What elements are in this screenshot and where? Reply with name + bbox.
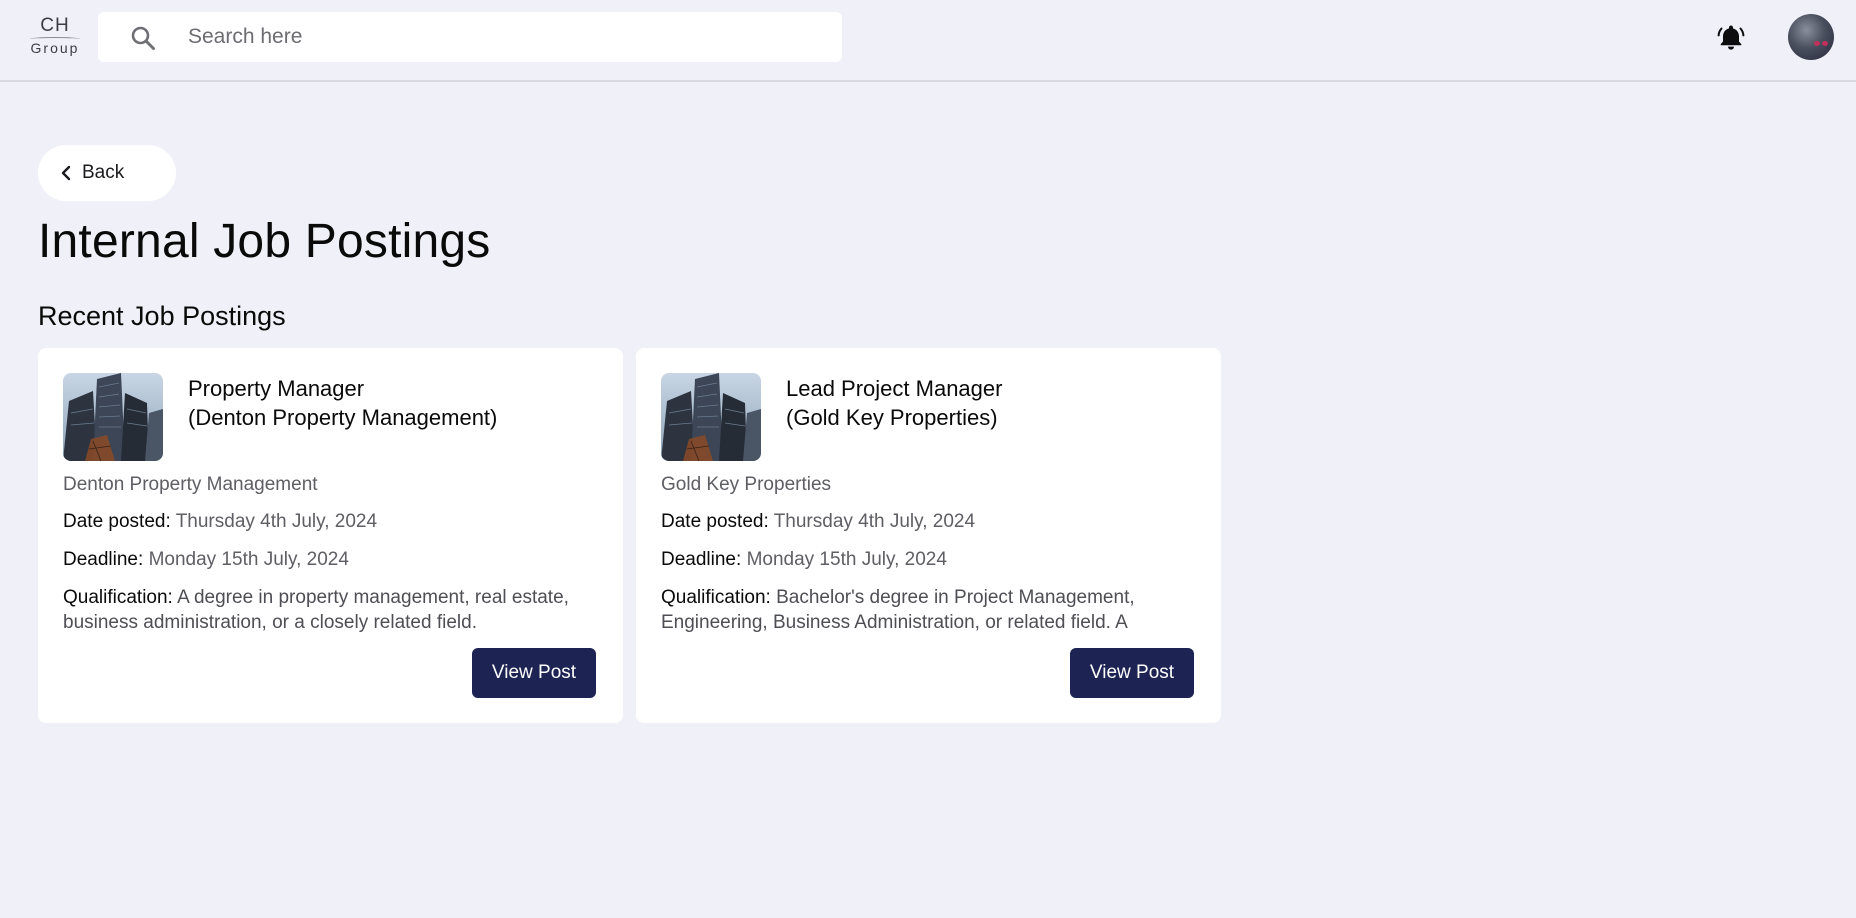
view-post-button[interactable]: View Post [1070,648,1194,698]
date-posted-row: Date posted: Thursday 4th July, 2024 [661,511,975,533]
deadline-row: Deadline: Monday 15th July, 2024 [63,549,349,571]
company-name: Denton Property Management [63,474,318,495]
qualification-label: Qualification: [661,587,777,608]
qualification-row: Qualification: A degree in property mana… [63,585,593,637]
back-button[interactable]: Back [38,145,176,201]
search-bar[interactable] [98,12,842,62]
job-posting-card: Property Manager (Denton Property Manage… [38,348,623,723]
job-title-role: Property Manager [188,376,365,401]
job-title-company: (Gold Key Properties) [786,405,998,430]
date-posted-label: Date posted: [661,511,774,532]
search-input[interactable] [188,12,808,62]
job-thumbnail [661,373,761,461]
job-title[interactable]: Lead Project Manager (Gold Key Propertie… [786,374,1206,432]
building-image [661,373,761,461]
deadline-label: Deadline: [661,549,747,570]
job-title-company: (Denton Property Management) [188,405,498,430]
logo-text-ch: CH [40,15,70,36]
deadline-label: Deadline: [63,549,149,570]
user-avatar[interactable] [1788,14,1834,60]
building-image [63,373,163,461]
job-title-role: Lead Project Manager [786,376,1003,401]
avatar-detail [1822,41,1828,46]
search-icon [131,26,155,50]
avatar-detail [1814,41,1820,46]
qualification-row: Qualification: Bachelor's degree in Proj… [661,585,1191,637]
logo-divider [30,37,80,41]
date-posted-value: Thursday 4th July, 2024 [773,511,976,532]
qualification-label: Qualification: [63,587,178,608]
date-posted-value: Thursday 4th July, 2024 [175,511,378,532]
job-thumbnail [63,373,163,461]
deadline-row: Deadline: Monday 15th July, 2024 [661,549,947,571]
date-posted-label: Date posted: [63,511,176,532]
company-name: Gold Key Properties [661,474,832,495]
chevron-left-icon [61,165,71,181]
logo-text-group: Group [30,40,80,56]
section-title: Recent Job Postings [38,301,286,331]
top-bar: CH Group [0,0,1856,82]
deadline-value: Monday 15th July, 2024 [746,549,947,570]
page-title: Internal Job Postings [38,215,491,268]
bell-icon[interactable] [1716,22,1746,52]
job-posting-card: Lead Project Manager (Gold Key Propertie… [636,348,1221,723]
view-post-button[interactable]: View Post [472,648,596,698]
date-posted-row: Date posted: Thursday 4th July, 2024 [63,511,377,533]
company-logo[interactable]: CH Group [26,16,84,58]
job-title[interactable]: Property Manager (Denton Property Manage… [188,374,608,432]
deadline-value: Monday 15th July, 2024 [148,549,349,570]
back-button-label: Back [82,162,125,183]
